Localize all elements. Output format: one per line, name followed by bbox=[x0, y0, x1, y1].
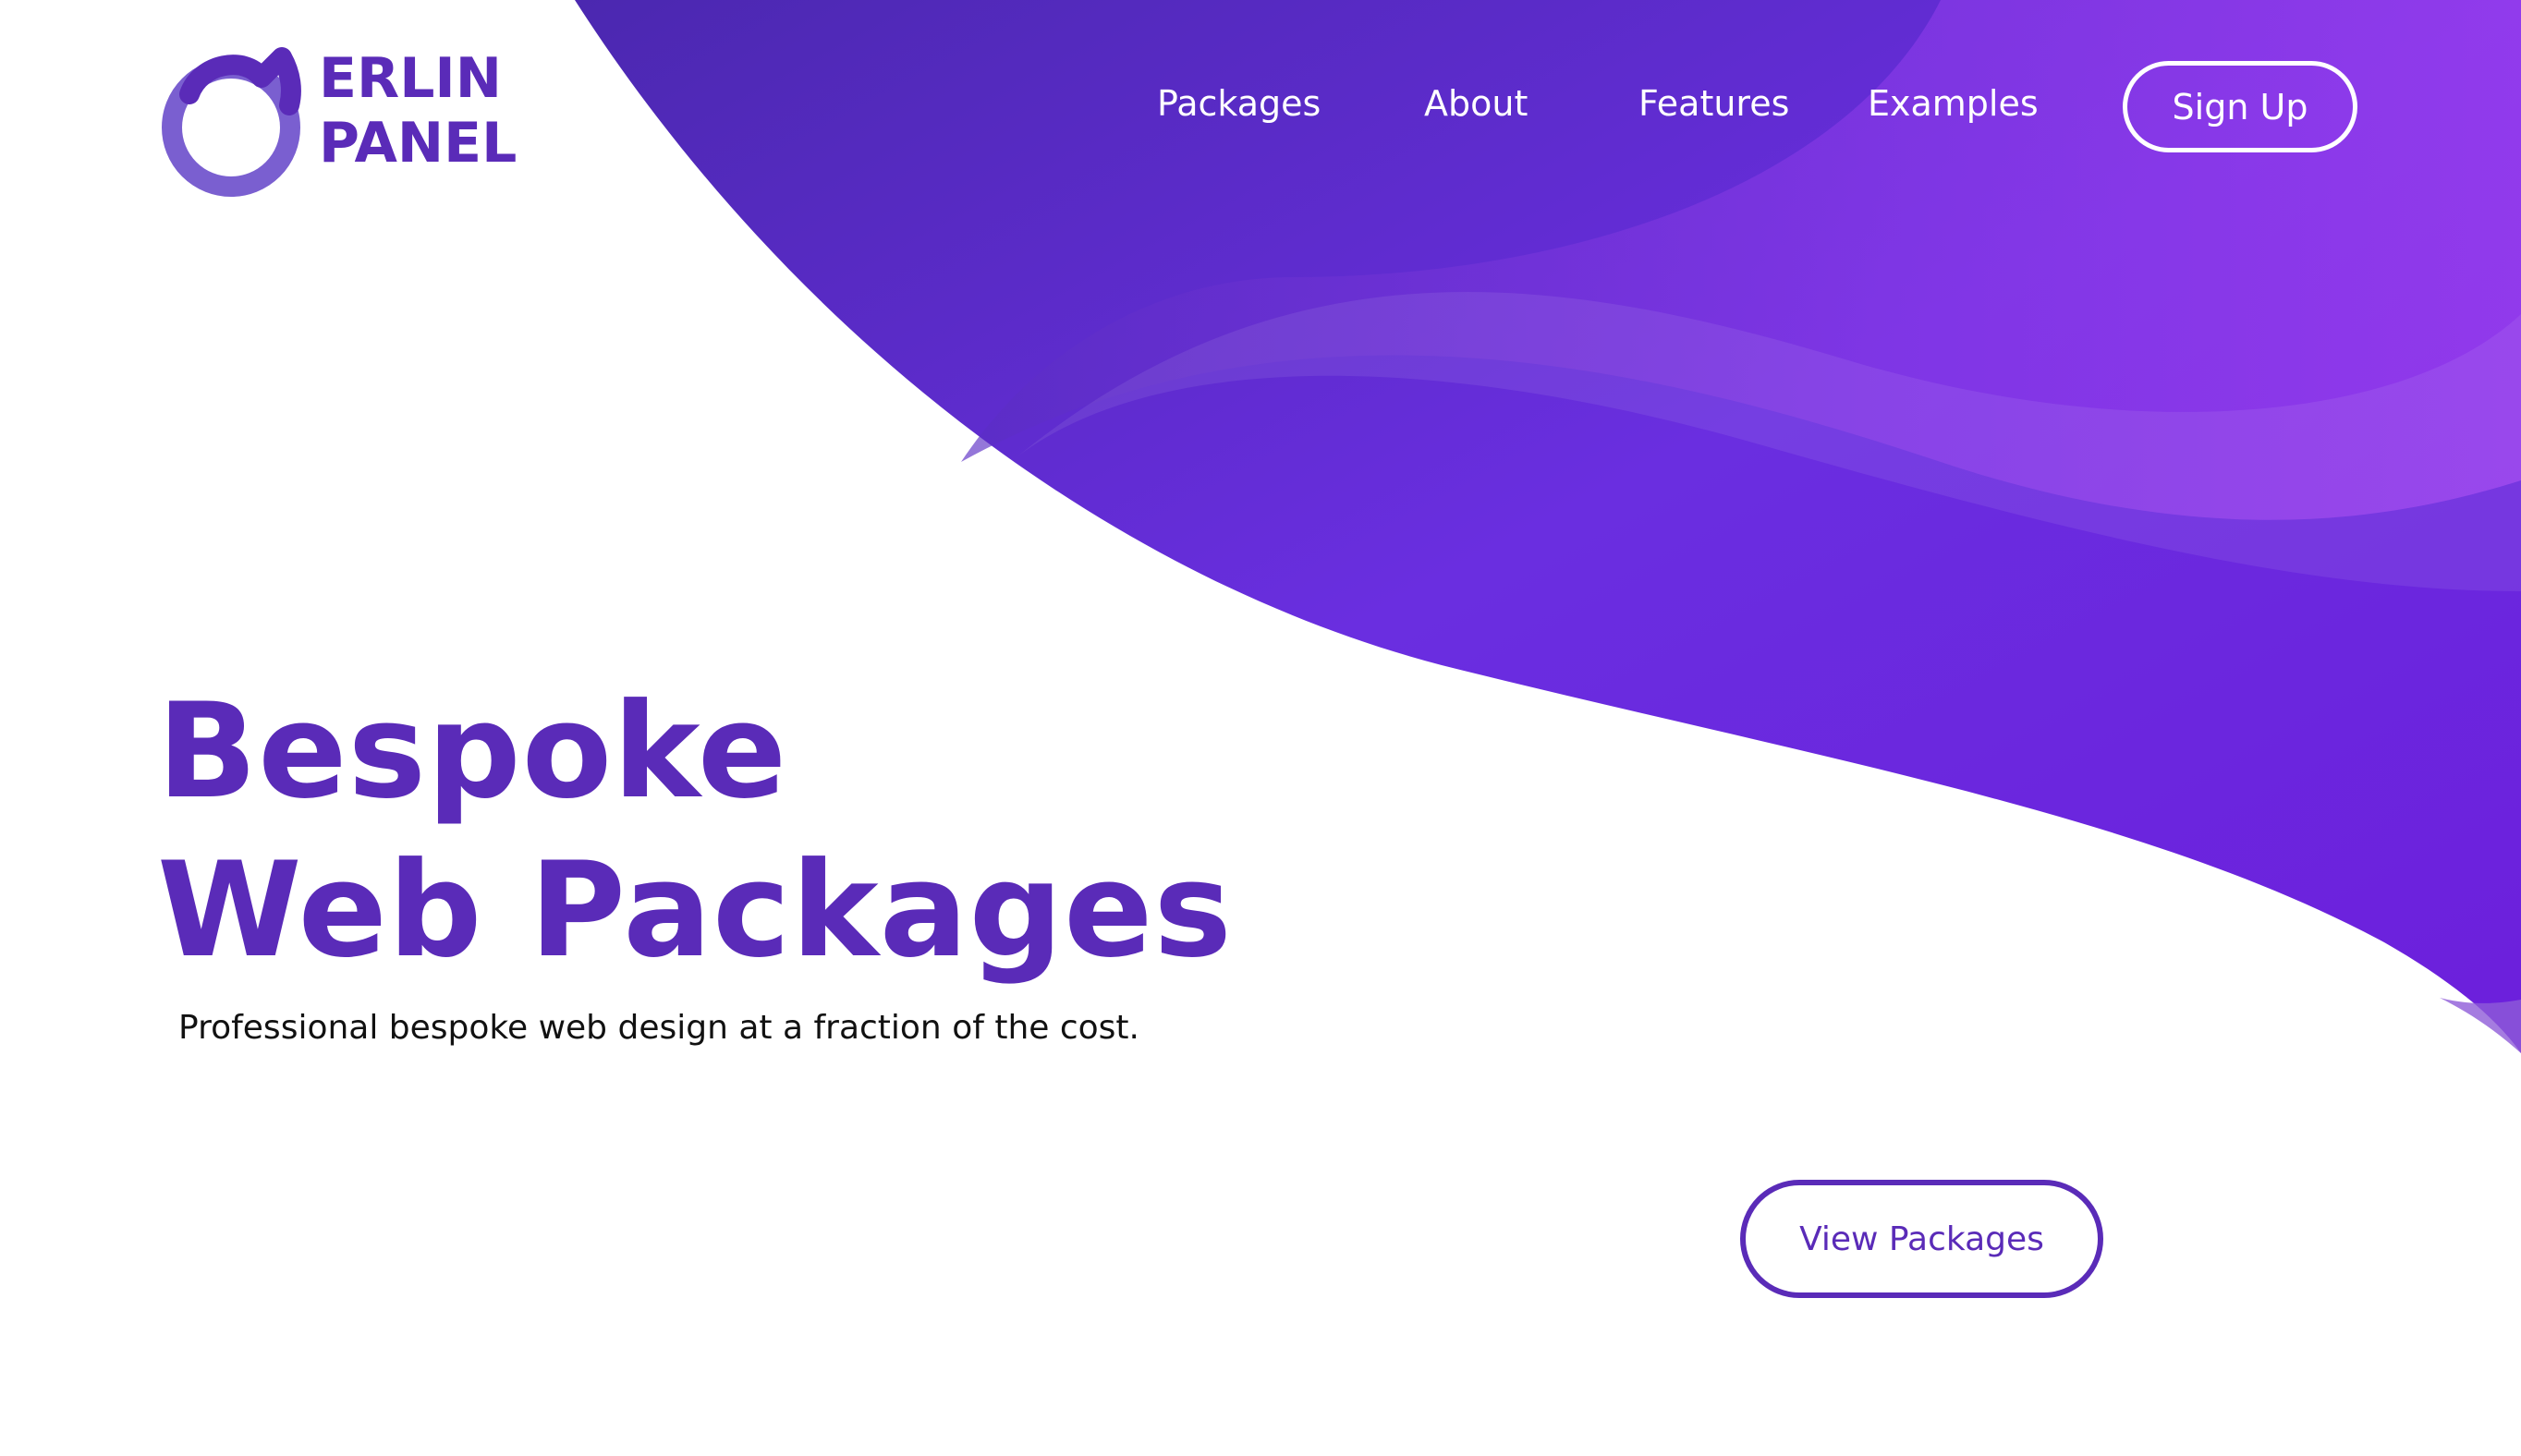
hero-headline-line2: Web Packages bbox=[157, 834, 1233, 987]
main-nav: Packages About Features Examples Sign Up bbox=[0, 0, 2521, 212]
nav-features-link[interactable]: Features bbox=[1638, 78, 1789, 129]
nav-about-link[interactable]: About bbox=[1424, 78, 1528, 129]
signup-button[interactable]: Sign Up bbox=[2123, 61, 2357, 152]
hero-headline-line1: Bespoke bbox=[157, 675, 788, 828]
hero-blob-tail bbox=[2440, 998, 2521, 1053]
hero-headline: Bespoke Web Packages bbox=[157, 673, 1233, 990]
hero-subtitle: Professional bespoke web design at a fra… bbox=[178, 1009, 1139, 1047]
nav-packages-link[interactable]: Packages bbox=[1157, 78, 1321, 129]
view-packages-button[interactable]: View Packages bbox=[1740, 1180, 2103, 1298]
nav-examples-link[interactable]: Examples bbox=[1868, 78, 2039, 129]
